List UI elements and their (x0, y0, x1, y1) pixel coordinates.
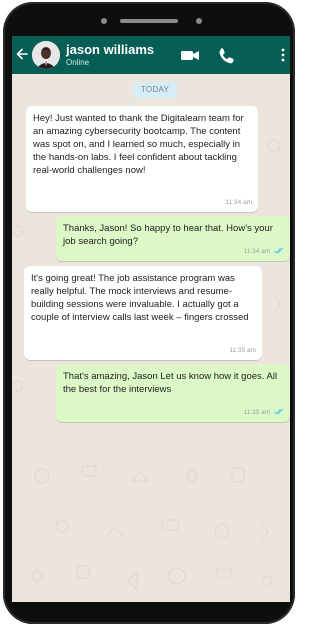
chat-header: jason williams Online (12, 36, 290, 74)
more-options-icon[interactable] (280, 46, 286, 64)
message-meta: 11:34 am (244, 245, 284, 258)
read-receipt-icon (274, 408, 284, 415)
incoming-message[interactable]: It's going great! The job assistance pro… (24, 266, 262, 360)
phone-frame: jason williams Online TODAY Hey! Just wa… (3, 2, 295, 624)
contact-status: Online (66, 58, 90, 67)
front-camera (196, 18, 202, 24)
sensor-dot (101, 18, 107, 24)
read-receipt-icon (274, 247, 284, 254)
video-call-icon[interactable] (180, 46, 200, 64)
outgoing-message[interactable]: Thanks, Jason! So happy to hear that. Ho… (56, 216, 290, 261)
message-time: 11:35 am (229, 347, 256, 354)
back-arrow-icon[interactable] (15, 47, 29, 61)
date-separator: TODAY (133, 82, 177, 98)
message-time: 11:34 am (225, 199, 252, 206)
message-time: 11:35 am (243, 409, 271, 416)
avatar-person-icon (32, 41, 60, 69)
message-text: That's amazing, Jason Let us know how it… (63, 371, 278, 395)
outgoing-message[interactable]: That's amazing, Jason Let us know how it… (56, 364, 290, 422)
message-text: It's going great! The job assistance pro… (31, 273, 249, 323)
earpiece-speaker (120, 19, 178, 23)
message-meta: 11:35 am (244, 406, 284, 419)
avatar[interactable] (32, 41, 60, 69)
chat-screen: jason williams Online TODAY Hey! Just wa… (12, 36, 290, 602)
phone-icon[interactable] (216, 46, 236, 64)
contact-name[interactable]: jason williams (66, 42, 154, 57)
message-meta: 11:35 am (229, 344, 256, 357)
phone-top-bar (3, 16, 295, 26)
message-meta: 11:34 am (225, 196, 252, 209)
phone-bottom-bezel (3, 602, 295, 624)
incoming-message[interactable]: Hey! Just wanted to thank the Digitalear… (26, 106, 258, 212)
message-time: 11:34 am (243, 248, 271, 255)
message-text: Hey! Just wanted to thank the Digitalear… (33, 113, 244, 176)
